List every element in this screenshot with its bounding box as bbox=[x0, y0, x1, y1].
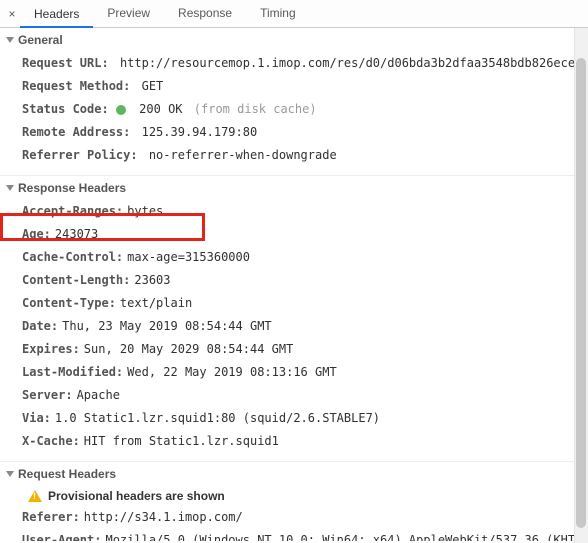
label: Referrer Policy: bbox=[22, 148, 138, 162]
response-rows: Accept-Ranges: bytes Age: 243073 Cache-Contr… bbox=[0, 200, 584, 461]
value: Apache bbox=[77, 388, 120, 402]
label: Last-Modified: bbox=[22, 365, 123, 379]
value: 125.39.94.179:80 bbox=[142, 125, 258, 139]
header-row: Content-Type: text/plain bbox=[22, 292, 584, 315]
headers-pane: General Request URL: http://resourcemop.… bbox=[0, 28, 588, 541]
value: 23603 bbox=[134, 273, 170, 287]
label: Status Code: bbox=[22, 102, 109, 116]
label: Request Method: bbox=[22, 79, 130, 93]
status-note: (from disk cache) bbox=[194, 102, 317, 116]
label: X-Cache: bbox=[22, 434, 80, 448]
label: Remote Address: bbox=[22, 125, 130, 139]
label: Referer: bbox=[22, 510, 80, 524]
label: Expires: bbox=[22, 342, 80, 356]
header-row: Date: Thu, 23 May 2019 08:54:44 GMT bbox=[22, 315, 584, 338]
value: max-age=315360000 bbox=[127, 250, 250, 264]
label: Request URL: bbox=[22, 56, 109, 70]
label: Cache-Control: bbox=[22, 250, 123, 264]
request-rows: Provisional headers are shown Referer: ht… bbox=[0, 486, 584, 541]
header-row: Accept-Ranges: bytes bbox=[22, 200, 584, 223]
general-rows: Request URL: http://resourcemop.1.imop.c… bbox=[0, 52, 584, 175]
scrollbar-thumb[interactable] bbox=[576, 58, 586, 528]
warning-text: Provisional headers are shown bbox=[48, 489, 225, 503]
value: Wed, 22 May 2019 08:13:16 GMT bbox=[127, 365, 337, 379]
value: Mozilla/5.0 (Windows NT 10.0; Win64; x64… bbox=[105, 533, 588, 541]
section-request-headers[interactable]: Request Headers bbox=[0, 461, 584, 486]
value: 1.0 Static1.lzr.squid1:80 (squid/2.6.STA… bbox=[55, 411, 380, 425]
header-row: Last-Modified: Wed, 22 May 2019 08:13:16 … bbox=[22, 361, 584, 384]
close-icon[interactable]: × bbox=[4, 7, 20, 21]
header-row: Referer: http://s34.1.imop.com/ bbox=[22, 506, 584, 529]
section-title: General bbox=[18, 33, 63, 47]
row-request-url: Request URL: http://resourcemop.1.imop.c… bbox=[22, 52, 584, 75]
row-status-code: Status Code: 200 OK (from disk cache) bbox=[22, 98, 584, 121]
disclosure-icon bbox=[6, 471, 14, 477]
value: Thu, 23 May 2019 08:54:44 GMT bbox=[62, 319, 272, 333]
row-remote-address: Remote Address: 125.39.94.179:80 bbox=[22, 121, 584, 144]
tab-bar: × Headers Preview Response Timing bbox=[0, 0, 588, 28]
section-general[interactable]: General bbox=[0, 28, 584, 52]
disclosure-icon bbox=[6, 37, 14, 43]
header-row: Via: 1.0 Static1.lzr.squid1:80 (squid/2.6… bbox=[22, 407, 584, 430]
label: Server: bbox=[22, 388, 73, 402]
value: Sun, 20 May 2029 08:54:44 GMT bbox=[84, 342, 294, 356]
value: text/plain bbox=[120, 296, 192, 310]
row-request-method: Request Method: GET bbox=[22, 75, 584, 98]
row-referrer-policy: Referrer Policy: no-referrer-when-downgr… bbox=[22, 144, 584, 167]
label: Content-Length: bbox=[22, 273, 130, 287]
header-row: Expires: Sun, 20 May 2029 08:54:44 GMT bbox=[22, 338, 584, 361]
header-row: Age: 243073 bbox=[22, 223, 584, 246]
tab-headers[interactable]: Headers bbox=[20, 1, 93, 28]
provisional-warning: Provisional headers are shown bbox=[22, 486, 584, 506]
section-title: Request Headers bbox=[18, 467, 116, 481]
warning-icon bbox=[28, 490, 42, 502]
label: Date: bbox=[22, 319, 58, 333]
label: Content-Type: bbox=[22, 296, 116, 310]
value: no-referrer-when-downgrade bbox=[149, 148, 337, 162]
label: Via: bbox=[22, 411, 51, 425]
value: 200 OK bbox=[139, 102, 182, 116]
value: bytes bbox=[127, 204, 163, 218]
value: HIT from Static1.lzr.squid1 bbox=[84, 434, 279, 448]
disclosure-icon bbox=[6, 185, 14, 191]
tab-timing[interactable]: Timing bbox=[246, 0, 310, 27]
label: Age: bbox=[22, 227, 51, 241]
value: 243073 bbox=[55, 227, 98, 241]
value: http://resourcemop.1.imop.com/res/d0/d06… bbox=[120, 56, 588, 70]
header-row: X-Cache: HIT from Static1.lzr.squid1 bbox=[22, 430, 584, 453]
label: Accept-Ranges: bbox=[22, 204, 123, 218]
header-row: User-Agent:Mozilla/5.0 (Windows NT 10.0;… bbox=[22, 529, 584, 541]
label: User-Agent: bbox=[22, 533, 101, 541]
value: GET bbox=[142, 79, 164, 93]
header-row: Content-Length: 23603 bbox=[22, 269, 584, 292]
value: http://s34.1.imop.com/ bbox=[84, 510, 243, 524]
tab-response[interactable]: Response bbox=[164, 0, 246, 27]
scrollbar-track[interactable] bbox=[574, 28, 588, 543]
tab-preview[interactable]: Preview bbox=[93, 0, 164, 27]
header-row: Cache-Control: max-age=315360000 bbox=[22, 246, 584, 269]
section-title: Response Headers bbox=[18, 181, 126, 195]
section-response-headers[interactable]: Response Headers bbox=[0, 175, 584, 200]
header-row: Server: Apache bbox=[22, 384, 584, 407]
status-dot-icon bbox=[116, 105, 126, 115]
